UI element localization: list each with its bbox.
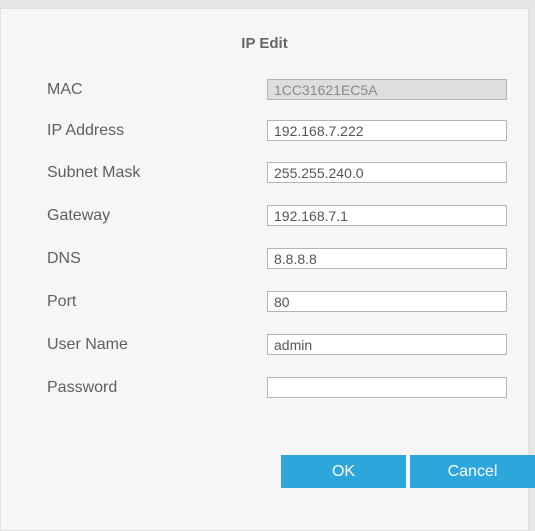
- gateway-row: Gateway: [1, 205, 528, 229]
- dns-label: DNS: [47, 250, 81, 267]
- subnet-mask-field[interactable]: [267, 162, 507, 183]
- password-label: Password: [47, 379, 118, 396]
- dns-row: DNS: [1, 248, 528, 272]
- password-row: Password: [1, 377, 528, 401]
- ip-address-field[interactable]: [267, 120, 507, 141]
- mac-label: MAC: [47, 81, 83, 98]
- subnet-mask-label: Subnet Mask: [47, 164, 141, 181]
- user-name-label: User Name: [47, 336, 128, 353]
- gateway-field[interactable]: [267, 205, 507, 226]
- password-field[interactable]: [267, 377, 507, 398]
- mac-row: MAC: [1, 79, 528, 103]
- subnet-mask-row: Subnet Mask: [1, 162, 528, 186]
- port-label: Port: [47, 293, 77, 310]
- user-name-row: User Name: [1, 334, 528, 358]
- port-row: Port: [1, 291, 528, 315]
- ip-address-row: IP Address: [1, 120, 528, 144]
- port-field[interactable]: [267, 291, 507, 312]
- gateway-label: Gateway: [47, 207, 111, 224]
- ip-edit-dialog: IP Edit MAC IP Address Subnet Mask Gatew…: [0, 8, 529, 531]
- dns-field[interactable]: [267, 248, 507, 269]
- ok-button[interactable]: OK: [281, 455, 406, 488]
- mac-field: [267, 79, 507, 100]
- user-name-field[interactable]: [267, 334, 507, 355]
- dialog-title: IP Edit: [241, 35, 288, 52]
- ip-address-label: IP Address: [47, 122, 125, 139]
- cancel-button[interactable]: Cancel: [410, 455, 535, 488]
